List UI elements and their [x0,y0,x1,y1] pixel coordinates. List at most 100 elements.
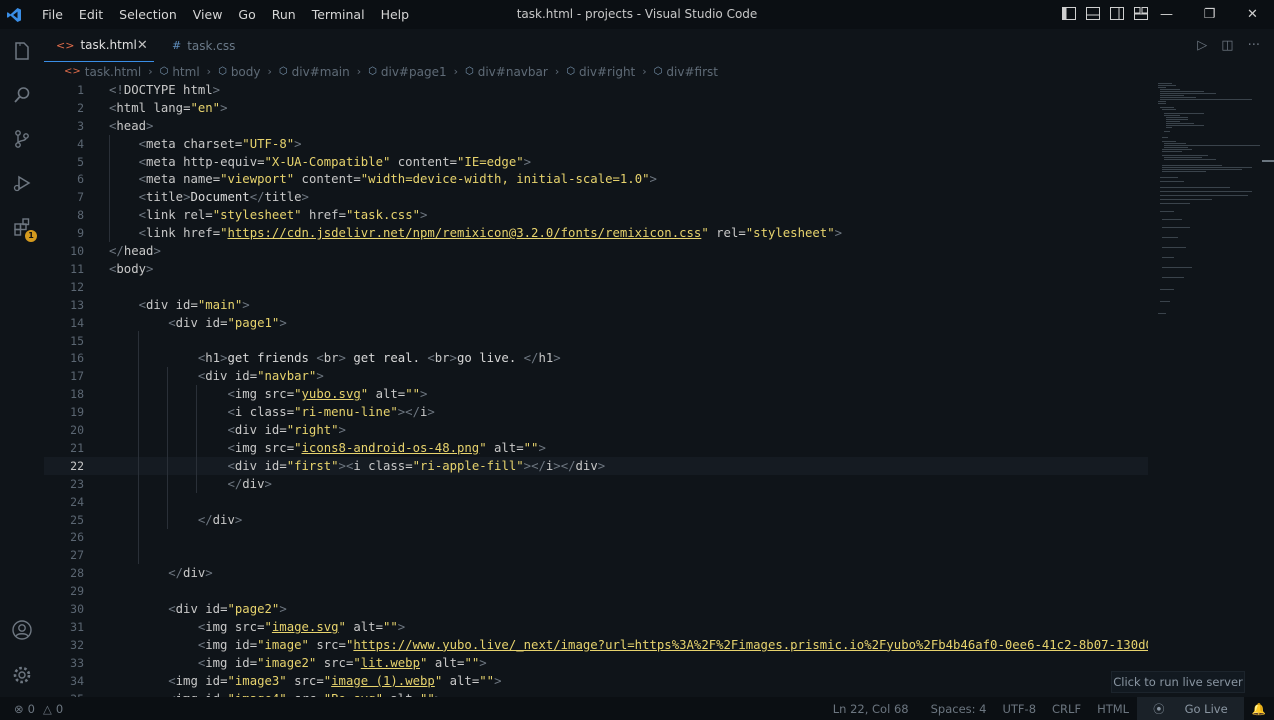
indentation[interactable]: Spaces: 4 [923,702,995,716]
menu-view[interactable]: View [185,0,231,29]
code-line[interactable]: 24 [44,493,1148,511]
line-number: 23 [70,476,84,491]
indent-guide [138,331,139,564]
minimize-icon[interactable]: — [1145,0,1188,29]
code-line[interactable]: 17 <div id="navbar"> [44,367,1148,385]
code-line[interactable]: 5 <meta http-equiv="X-UA-Compatible" con… [44,153,1148,171]
toggle-panel-icon[interactable] [1086,5,1100,24]
code-line[interactable]: 23 </div> [44,475,1148,493]
toggle-primary-sidebar-icon[interactable] [1062,5,1076,24]
title-bar: File Edit Selection View Go Run Terminal… [0,0,1274,29]
breadcrumb-item[interactable]: › ⬡ div#right [548,65,635,79]
code-line[interactable]: 2 <html lang="en"> [44,99,1148,117]
code-line-current[interactable]: 22 <div id="first"><i class="ri-apple-fi… [44,456,1148,475]
code-line[interactable]: 8 <link rel="stylesheet" href="task.css"… [44,206,1148,224]
code-line[interactable]: 33 <img id="image2" src="lit.webp" alt="… [44,654,1148,672]
minimap-line [1162,227,1190,228]
code-text: <div id="page1"> [168,315,287,330]
code-line[interactable]: 6 <meta name="viewport" content="width=d… [44,171,1148,189]
source-control-icon[interactable] [0,117,44,161]
breadcrumb-item[interactable]: › ⬡ div#page1 [350,65,447,79]
code-line[interactable]: 20 <div id="right"> [44,421,1148,439]
code-line[interactable]: 19 <i class="ri-menu-line"></i> [44,403,1148,421]
toggle-secondary-sidebar-icon[interactable] [1110,5,1124,24]
code-line[interactable]: 35 <img id="image4" src="Bo.svg" alt=""> [44,690,1148,697]
line-ending[interactable]: CRLF [1044,702,1089,716]
code-line[interactable]: 13 <div id="main"> [44,296,1148,314]
line-number: 32 [70,637,84,652]
line-number: 31 [70,619,84,634]
breadcrumb-item[interactable]: › ⬡ body [200,65,261,79]
split-editor-icon[interactable]: ◫ [1221,38,1233,53]
code-line[interactable]: 1 <!DOCTYPE html> [44,81,1148,99]
menu-file[interactable]: File [34,0,71,29]
code-line[interactable]: 25 </div> [44,511,1148,529]
line-number: 26 [70,530,84,545]
minimap-line [1160,203,1190,204]
tab-task-html[interactable]: <> task.html ✕ [44,29,154,62]
menu-edit[interactable]: Edit [71,0,111,29]
minimap-line [1160,99,1252,100]
line-number: 33 [70,655,84,670]
code-line[interactable]: 14 <div id="page1"> [44,314,1148,332]
minimap[interactable] [1154,81,1260,341]
restore-icon[interactable]: ❐ [1188,0,1231,29]
code-line[interactable]: 26 [44,529,1148,547]
account-icon[interactable] [0,608,44,652]
breadcrumb-item[interactable]: › ⬡ div#main [261,65,350,79]
go-live-button[interactable]: ⦿ Go Live [1137,697,1244,720]
code-line[interactable]: 3 <head> [44,117,1148,135]
code-line[interactable]: 10 </head> [44,242,1148,260]
code-line[interactable]: 30 <div id="page2"> [44,600,1148,618]
menu-terminal[interactable]: Terminal [304,0,373,29]
code-line[interactable]: 21 <img src="icons8-android-os-48.png" a… [44,439,1148,457]
element-icon: ⬡ [653,66,663,77]
code-line[interactable]: 9 <link href="https://cdn.jsdelivr.net/n… [44,224,1148,242]
minimap-line [1162,171,1206,172]
code-line[interactable]: 12 [44,278,1148,296]
explorer-icon[interactable] [0,29,44,73]
tab-task-css[interactable]: # task.css [160,29,270,62]
indent-guide [109,134,110,243]
search-icon[interactable] [0,73,44,117]
minimap-line [1166,119,1188,120]
line-number: 7 [77,190,84,205]
code-line[interactable]: 34 <img id="image3" src="image (1).webp"… [44,672,1148,690]
more-actions-icon[interactable]: ··· [1248,38,1260,53]
run-file-icon[interactable]: ▷ [1197,38,1207,53]
code-editor[interactable]: 1 <!DOCTYPE html> 2 <html lang="en"> 3 <hea… [44,81,1148,697]
line-number: 15 [70,333,84,348]
code-line[interactable]: 32 <img id="image" src="https://www.yubo… [44,636,1148,654]
menu-selection[interactable]: Selection [111,0,185,29]
minimap-line [1164,159,1216,160]
breadcrumb-item[interactable]: › ⬡ div#navbar [447,65,548,79]
minimap-line [1160,89,1180,90]
menu-run[interactable]: Run [264,0,304,29]
code-line[interactable]: 4 <meta charset="UTF-8"> [44,135,1148,153]
code-line[interactable]: 29 [44,582,1148,600]
breadcrumb-item[interactable]: › ⬡ html [141,65,199,79]
code-line[interactable]: 27 [44,546,1148,564]
code-line[interactable]: 28 </div> [44,564,1148,582]
code-line[interactable]: 11 <body> [44,260,1148,278]
code-line[interactable]: 7 <title>Document</title> [44,188,1148,206]
code-line[interactable]: 31 <img src="image.svg" alt=""> [44,618,1148,636]
code-line[interactable]: 18 <img src="yubo.svg" alt=""> [44,385,1148,403]
breadcrumb-item[interactable]: <> task.html [64,65,141,79]
extensions-icon[interactable]: 1 [0,205,44,249]
problems-indicator[interactable]: ⊗ 0 △ 0 [14,702,63,716]
breadcrumb-item[interactable]: › ⬡ div#first [635,65,718,79]
encoding[interactable]: UTF-8 [994,702,1044,716]
menu-help[interactable]: Help [373,0,418,29]
settings-gear-icon[interactable] [0,653,44,697]
run-debug-icon[interactable] [0,161,44,205]
code-line[interactable]: 16 <h1>get friends <br> get real. <br>go… [44,350,1148,368]
cursor-position[interactable]: Ln 22, Col 68 [825,702,917,716]
close-tab-icon[interactable]: ✕ [137,38,148,53]
minimap-line [1166,117,1188,118]
language-mode[interactable]: HTML [1089,702,1137,716]
code-line[interactable]: 15 [44,332,1148,350]
notifications-bell-icon[interactable]: 🔔 [1244,702,1274,716]
close-icon[interactable]: ✕ [1231,0,1274,29]
menu-go[interactable]: Go [230,0,263,29]
